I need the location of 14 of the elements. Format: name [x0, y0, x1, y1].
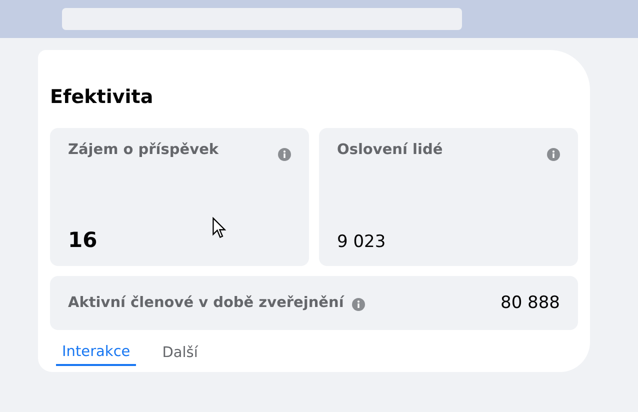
tab[interactable]: Interakce [56, 340, 136, 366]
info-icon[interactable] [352, 298, 365, 310]
tab[interactable]: Další [156, 340, 204, 366]
section-title: Efektivita [50, 86, 154, 108]
summary-label: Aktivní členové v době zveřejnění [68, 295, 344, 311]
pointer-cursor-icon [212, 217, 226, 239]
info-icon[interactable] [547, 148, 560, 161]
metric-value: 16 [68, 228, 98, 252]
summary-value: 80 888 [500, 293, 560, 313]
search-field[interactable] [62, 8, 462, 30]
metric-label: Zájem o příspěvek [68, 142, 219, 158]
info-icon[interactable] [278, 148, 291, 161]
metric-label: Oslovení lidé [337, 142, 443, 158]
metric-value: 9 023 [337, 232, 386, 252]
